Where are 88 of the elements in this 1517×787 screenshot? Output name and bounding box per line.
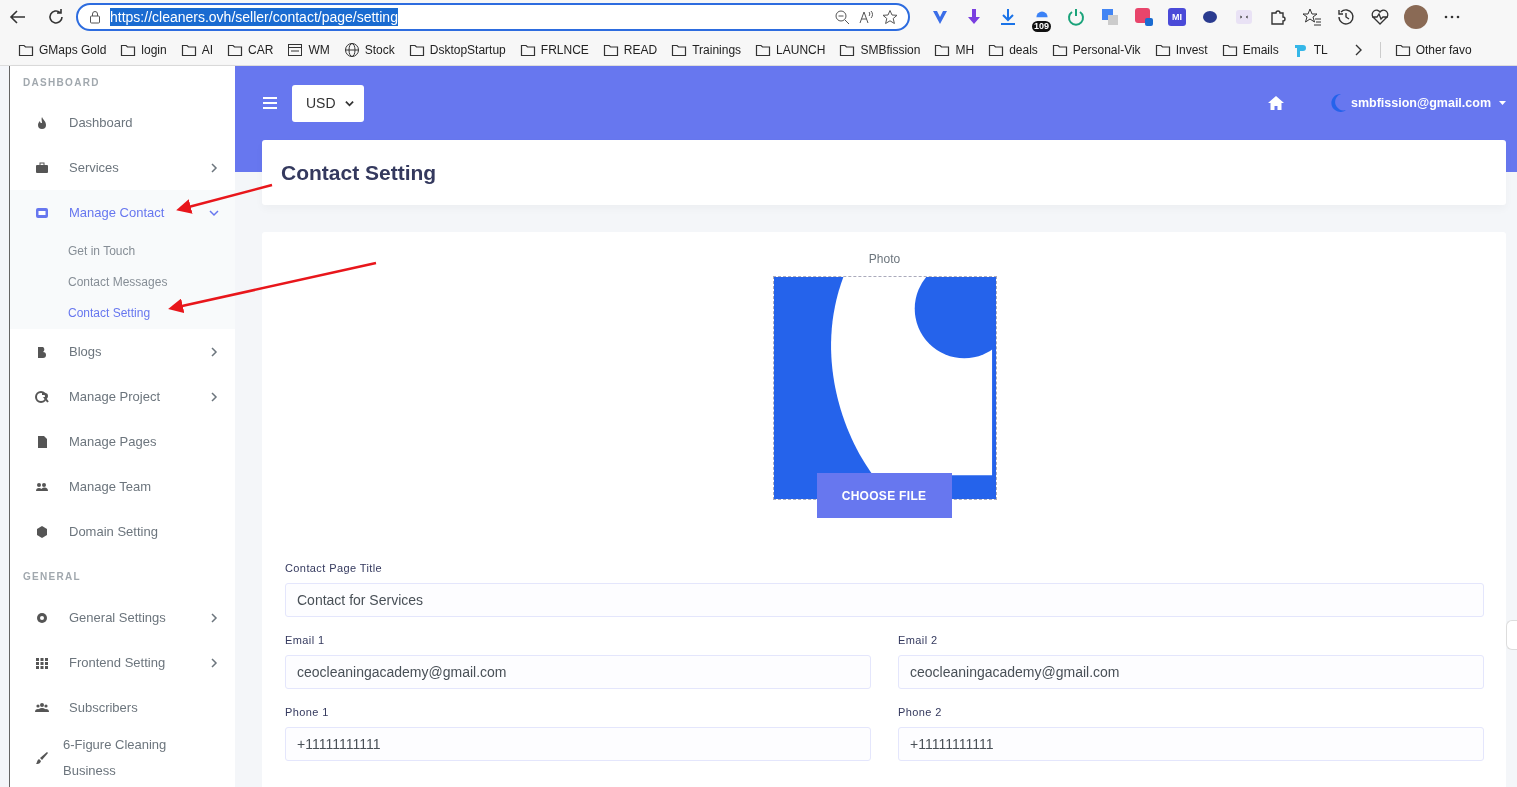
bookmark-link[interactable]: TL (1313, 42, 1328, 57)
sidebar-item[interactable]: Dashboard (10, 100, 235, 145)
registered-icon (35, 389, 49, 404)
sidebar-item[interactable]: Domain Setting (10, 509, 235, 554)
sidebar-item[interactable]: Subscribers (10, 685, 235, 730)
history-icon[interactable] (1336, 7, 1356, 27)
bookmark-link[interactable]: deals (1009, 42, 1038, 57)
bookmark-link[interactable]: Personal-Vik (1072, 42, 1141, 57)
field-label: Contact Page Title (285, 562, 383, 574)
sidebar-item[interactable]: Manage Pages (10, 419, 235, 464)
contact-card-icon (35, 205, 49, 220)
page-icon (35, 434, 49, 449)
zoom-out-icon[interactable] (834, 7, 850, 27)
bookmark-link[interactable]: READ (623, 42, 658, 57)
brush-icon (35, 751, 49, 765)
bookmark-link[interactable]: Trainings (692, 42, 742, 57)
bookmark-link[interactable]: Emails (1242, 42, 1279, 57)
input-field[interactable]: +11111111111 (285, 727, 871, 761)
bookmark-link[interactable]: LAUNCH (776, 42, 826, 57)
group-icon (35, 700, 49, 715)
chevron-right-icon (209, 612, 219, 623)
menu-icon[interactable] (262, 96, 278, 110)
bookmark-link[interactable]: SMBfission (860, 42, 921, 57)
caret-icon (345, 98, 354, 108)
bookmark-link[interactable]: Invest (1175, 42, 1208, 57)
flame-icon (35, 115, 49, 130)
blog-icon (35, 344, 49, 359)
photo-label: Photo (867, 252, 902, 266)
sidebar-item[interactable]: Services (10, 145, 235, 190)
grid-icon (35, 655, 49, 670)
bookmark-link[interactable]: WM (308, 42, 330, 57)
section-heading: GENERAL (22, 570, 82, 584)
user-menu[interactable]: smbfission@gmail.com (1351, 96, 1506, 110)
chevron-right-icon (209, 162, 219, 173)
reload-icon[interactable] (46, 7, 66, 27)
hexagon-icon (35, 524, 49, 539)
bookmark-link[interactable]: FRLNCE (540, 42, 589, 57)
bookmark-link[interactable]: MH (955, 42, 975, 57)
chevron-right-icon (209, 346, 219, 357)
globe-icon (343, 41, 360, 58)
submenu-item[interactable]: Contact Setting (10, 297, 235, 328)
bookmark-link[interactable]: Other favo (1415, 42, 1472, 57)
sidebar-item[interactable]: Manage Team (10, 464, 235, 509)
power-icon[interactable] (1066, 7, 1086, 27)
field-label: Phone 2 (898, 706, 942, 718)
bookmark-link[interactable]: CAR (248, 42, 274, 57)
sidebar-item[interactable]: Blogs (10, 329, 235, 374)
caret-icon (1499, 100, 1506, 106)
currency-select[interactable]: USD (292, 84, 364, 122)
gear-icon (35, 610, 49, 625)
star-icon[interactable] (882, 7, 898, 27)
bookmark-link[interactable]: GMaps Gold (39, 42, 107, 57)
section-heading: DASHBOARD (22, 76, 101, 90)
input-field[interactable]: Contact for Services (285, 583, 1484, 617)
sidebar-item[interactable]: General Settings (10, 595, 235, 640)
input-field[interactable]: ceocleaningacademy@gmail.com (898, 655, 1484, 689)
download-icon[interactable] (998, 7, 1018, 27)
choose-file-button[interactable]: CHOOSE FILE (816, 473, 952, 518)
puzzle-icon[interactable] (1268, 7, 1288, 27)
chevron-right-icon (209, 391, 219, 402)
lock-icon (88, 10, 102, 24)
profile-avatar[interactable] (1404, 5, 1428, 29)
input-field[interactable]: +11111111111 (898, 727, 1484, 761)
page-title: Contact Setting (281, 160, 437, 185)
field-label: Email 1 (285, 634, 325, 646)
home-icon[interactable] (1267, 95, 1285, 111)
favorites-icon[interactable] (1302, 7, 1322, 27)
field-label: Email 2 (898, 634, 938, 646)
bookmark-link[interactable]: AI (201, 42, 214, 57)
input-field[interactable]: ceocleaningacademy@gmail.com (285, 655, 871, 689)
address-bar[interactable]: https://cleaners.ovh/seller/contact/page/setting (76, 3, 910, 31)
sidebar-item[interactable]: Manage Project (10, 374, 235, 419)
sidebar-item[interactable]: Manage Contact (10, 190, 235, 235)
toolbox-icon (35, 160, 49, 175)
heartbeat-icon[interactable] (1370, 7, 1390, 27)
bookmark-link[interactable]: login (141, 42, 167, 57)
notification-badge: 109 (1032, 21, 1052, 32)
calendar-icon (287, 41, 304, 58)
sidebar-item[interactable]: 6-Figure Cleaning Business (10, 730, 235, 786)
extension-icon[interactable]: MI (1168, 8, 1186, 26)
crescent-logo-icon (1329, 92, 1347, 114)
chevron-right-icon (209, 657, 219, 668)
url-text: https://cleaners.ovh/seller/contact/page/setting (110, 9, 399, 25)
chevron-down-icon (209, 207, 219, 218)
bookmark-link[interactable]: Stock (364, 42, 395, 57)
field-label: Phone 1 (285, 706, 329, 718)
sidebar-item[interactable]: Frontend Setting (10, 640, 235, 685)
bookmark-link[interactable]: DsktopStartup (429, 42, 506, 57)
